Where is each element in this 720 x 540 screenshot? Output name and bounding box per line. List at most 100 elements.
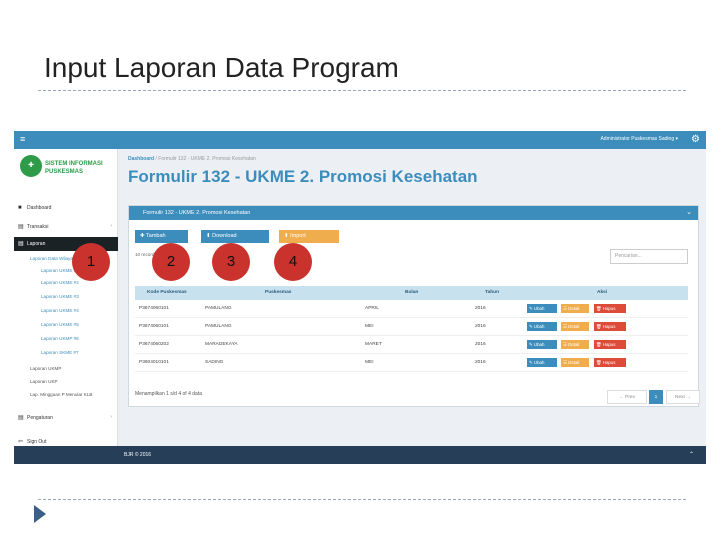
page-title: Formulir 132 - UKME 2. Promosi Kesehatan bbox=[128, 167, 478, 186]
column-header[interactable]: Puskesmas bbox=[265, 286, 291, 300]
table-row: P3604010101 SADING MEI 2016 ✎ Ubah ☰ Det… bbox=[135, 354, 688, 372]
sidebar-item-label: Transaksi bbox=[27, 224, 49, 230]
callout-3: 3 bbox=[212, 243, 250, 281]
table-row: P3674060101 PAMULANG MEI 2016 ✎ Ubah ☰ D… bbox=[135, 318, 688, 336]
chevron-right-icon: › bbox=[110, 223, 112, 229]
row-bulan: MARET bbox=[365, 342, 382, 347]
detail-button[interactable]: ☰ Detail bbox=[561, 322, 589, 331]
row-tahun: 2016 bbox=[475, 324, 486, 329]
search-input[interactable]: Pencarian... bbox=[610, 249, 688, 264]
sidebar-item-dashboard[interactable]: ■ Dashboard bbox=[14, 205, 118, 211]
user-menu[interactable]: Administrator Puskesmas Sading ▾ bbox=[600, 136, 678, 142]
row-kode: P3674060202 bbox=[139, 342, 169, 347]
detail-label: Detail bbox=[568, 342, 580, 347]
delete-button[interactable]: 🗑 Hapus bbox=[594, 304, 626, 313]
delete-label: Hapus bbox=[602, 342, 616, 347]
chevron-right-icon: › bbox=[110, 414, 112, 420]
row-bulan: MEI bbox=[365, 360, 374, 365]
sidebar-item-sign-out[interactable]: ⇦ Sign Out bbox=[14, 438, 118, 445]
sidebar-item-label: Laporan bbox=[27, 241, 46, 247]
sidebar-item-label: Pengaturan bbox=[27, 415, 53, 421]
main-content: Dashboard / Formulir 132 - UKME 2. Promo… bbox=[120, 149, 706, 446]
detail-button[interactable]: ☰ Detail bbox=[561, 358, 589, 367]
sidebar-item-laporan-ukmp[interactable]: Laporan UKMP bbox=[14, 366, 118, 371]
sidebar: ✚ SISTEM INFORMASI PUSKESMAS ■ Dashboard … bbox=[14, 149, 118, 446]
delete-label: Hapus bbox=[602, 306, 616, 311]
delete-button[interactable]: 🗑 Hapus bbox=[594, 340, 626, 349]
sidebar-item-lap-mingguan[interactable]: Lap. Mingguan P Menular KLB bbox=[14, 392, 118, 397]
panel-title: Formulir 132 - UKME 2. Promosi Kesehatan bbox=[143, 210, 251, 216]
logo-text: SISTEM INFORMASI PUSKESMAS bbox=[45, 161, 103, 175]
chevron-up-icon[interactable]: ⌃ bbox=[689, 446, 694, 464]
row-bulan: APRIL bbox=[365, 306, 379, 311]
folder-icon: ▤ bbox=[18, 224, 24, 230]
row-puskesmas: MARADEKAYA bbox=[205, 342, 238, 347]
table-row: P3674060101 PAMULANG APRIL 2016 ✎ Ubah ☰… bbox=[135, 300, 688, 318]
column-header[interactable]: Kode Puskesmas bbox=[147, 286, 187, 300]
detail-button[interactable]: ☰ Detail bbox=[561, 340, 589, 349]
callout-1: 1 bbox=[72, 243, 110, 281]
sidebar-item-pengaturan[interactable]: ▤ Pengaturan › bbox=[14, 414, 118, 421]
download-button[interactable]: ⬇ Download bbox=[201, 230, 269, 243]
table-info: Menampilkan 1 s/d 4 of 4 data bbox=[135, 391, 202, 397]
import-button[interactable]: ⬆ Import bbox=[279, 230, 339, 243]
callout-4: 4 bbox=[274, 243, 312, 281]
add-button[interactable]: ✚ Tambah bbox=[135, 230, 188, 243]
row-tahun: 2016 bbox=[475, 360, 486, 365]
column-header: Aksi bbox=[597, 290, 608, 295]
sidebar-item-ukme-4[interactable]: Laporan UKME #4 bbox=[14, 308, 118, 313]
row-bulan: MEI bbox=[365, 324, 374, 329]
breadcrumb-path: / Formulir 132 - UKME 2. Promosi Kesehat… bbox=[155, 156, 256, 162]
sign-out-icon: ⇦ bbox=[18, 439, 24, 445]
play-icon[interactable] bbox=[34, 505, 46, 523]
menu-icon[interactable]: ≡ bbox=[20, 134, 25, 144]
row-tahun: 2016 bbox=[475, 342, 486, 347]
detail-button[interactable]: ☰ Detail bbox=[561, 304, 589, 313]
delete-button[interactable]: 🗑 Hapus bbox=[594, 322, 626, 331]
row-puskesmas: PAMULANG bbox=[205, 324, 232, 329]
chevron-down-icon[interactable]: ⌄ bbox=[686, 206, 692, 220]
breadcrumb-home[interactable]: Dashboard bbox=[128, 156, 154, 162]
bottom-divider bbox=[38, 499, 686, 500]
top-navbar: ≡ Administrator Puskesmas Sading ▾ ⚙ bbox=[14, 131, 706, 149]
sidebar-item-ukme-2[interactable]: Laporan UKME #2 bbox=[14, 280, 118, 285]
top-divider bbox=[38, 90, 686, 91]
folder-icon: ▤ bbox=[18, 415, 24, 421]
import-button-label: Import bbox=[290, 233, 306, 239]
sidebar-item-ukme-5[interactable]: Laporan UKME #5 bbox=[14, 322, 118, 327]
row-kode: P3674060101 bbox=[139, 324, 169, 329]
pagination-next[interactable]: Next → bbox=[666, 390, 700, 404]
column-header[interactable]: Bulan bbox=[405, 286, 418, 300]
app-footer: BJR © 2016 ⌃ bbox=[14, 446, 706, 464]
row-puskesmas: SADING bbox=[205, 360, 224, 365]
row-puskesmas: PAMULANG bbox=[205, 306, 232, 311]
edit-label: Ubah bbox=[533, 360, 545, 365]
form-panel: Formulir 132 - UKME 2. Promosi Kesehatan… bbox=[128, 205, 700, 407]
sidebar-item-skme-7[interactable]: Laporan SKME #7 bbox=[14, 350, 118, 355]
callout-2: 2 bbox=[152, 243, 190, 281]
row-tahun: 2016 bbox=[475, 306, 486, 311]
sidebar-item-laporan-ukp[interactable]: Laporan UKP bbox=[14, 379, 118, 384]
panel-header: Formulir 132 - UKME 2. Promosi Kesehatan… bbox=[129, 206, 698, 220]
edit-button[interactable]: ✎ Ubah bbox=[527, 358, 557, 367]
sidebar-item-ukme-3[interactable]: Laporan UKME #3 bbox=[14, 294, 118, 299]
pagination-page-1[interactable]: 1 bbox=[649, 390, 663, 404]
delete-button[interactable]: 🗑 Hapus bbox=[594, 358, 626, 367]
download-button-label: Download bbox=[212, 233, 237, 239]
slide-title: Input Laporan Data Program bbox=[44, 52, 399, 83]
folder-icon: ▤ bbox=[18, 241, 24, 247]
column-header[interactable]: Tahun bbox=[485, 286, 499, 300]
gear-icon[interactable]: ⚙ bbox=[691, 134, 700, 145]
row-kode: P3674060101 bbox=[139, 306, 169, 311]
puskesmas-logo: ✚ bbox=[20, 155, 42, 177]
footer-text: BJR © 2016 bbox=[124, 452, 152, 458]
app-screenshot: ≡ Administrator Puskesmas Sading ▾ ⚙ ✚ S… bbox=[14, 131, 706, 464]
pagination-prev[interactable]: ← Prev bbox=[607, 390, 647, 404]
edit-button[interactable]: ✎ Ubah bbox=[527, 322, 557, 331]
sidebar-item-ukmp-6[interactable]: Laporan UKMP #6 bbox=[14, 336, 118, 341]
sidebar-item-label: Dashboard bbox=[27, 205, 52, 211]
edit-button[interactable]: ✎ Ubah bbox=[527, 340, 557, 349]
edit-button[interactable]: ✎ Ubah bbox=[527, 304, 557, 313]
sidebar-item-transaksi[interactable]: ▤ Transaksi › bbox=[14, 223, 118, 230]
edit-label: Ubah bbox=[533, 306, 545, 311]
